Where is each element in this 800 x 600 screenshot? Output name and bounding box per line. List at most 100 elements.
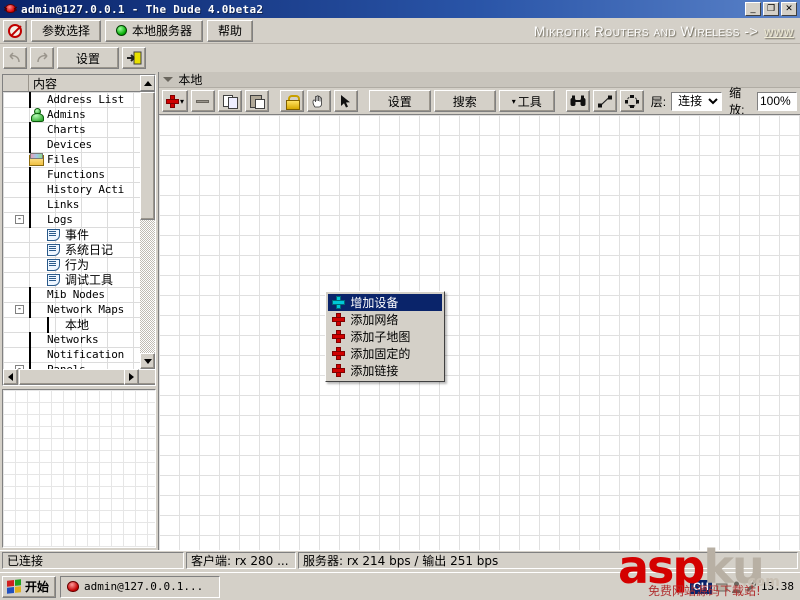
export-window-button[interactable] — [122, 47, 146, 69]
map-canvas[interactable]: 增加设备 添加网络 添加子地图添加固定的添加链接 — [159, 114, 800, 550]
log-icon — [47, 273, 62, 286]
preferences-button[interactable]: 参数选择 — [31, 19, 102, 42]
tree-item[interactable]: - Network Maps — [3, 302, 155, 318]
cursor-arrow-icon — [340, 94, 350, 107]
taskbar-item-dude[interactable]: admin@127.0.0.1... — [60, 575, 221, 598]
tree-vertical-scrollbar[interactable] — [140, 92, 156, 369]
tree-item[interactable]: 事件 — [3, 227, 155, 242]
content-tree-list[interactable]: Address List Admins Charts Devices Files Func… — [3, 92, 156, 385]
layer-select[interactable]: 连接 — [671, 91, 723, 111]
table-icon — [47, 317, 62, 333]
table-icon-glyph — [29, 92, 31, 108]
settings-button-top[interactable]: 设置 — [57, 47, 119, 69]
tree-item[interactable]: Notification — [3, 347, 155, 363]
user-icon[interactable] — [731, 581, 742, 593]
tree-item[interactable]: Address List — [3, 92, 155, 108]
zoom-input[interactable] — [756, 91, 797, 111]
map-overview-pane[interactable] — [2, 389, 157, 548]
paste-button[interactable] — [244, 90, 269, 112]
help-button[interactable]: 帮助 — [207, 19, 254, 42]
tree-scroll-left-button[interactable] — [3, 369, 18, 385]
tree-item[interactable]: Mib Nodes — [3, 287, 155, 303]
maximize-icon: ❐ — [766, 2, 776, 13]
select-tool-button[interactable] — [333, 90, 358, 112]
brand-www-link[interactable]: www — [764, 23, 794, 39]
status-bar: 已连接 客户端: rx 280 ... 服务器: rx 214 bps / 输出… — [0, 550, 800, 570]
table-icon — [29, 302, 44, 318]
tree-expander-icon[interactable]: - — [15, 215, 24, 224]
context-menu-item[interactable]: 添加链接 — [328, 362, 442, 379]
context-menu-item[interactable]: 添加网络 — [328, 311, 442, 328]
tree-item[interactable]: Admins — [3, 107, 155, 122]
tree-item[interactable]: Networks — [3, 332, 155, 348]
tree-item[interactable]: 本地 — [3, 317, 155, 333]
minimize-button[interactable]: _ — [745, 2, 761, 16]
plus-red-icon — [166, 94, 180, 108]
context-menu-item[interactable]: 增加设备 — [328, 294, 443, 311]
map-search-button[interactable]: 搜索 — [433, 90, 496, 112]
tree-expander-icon[interactable]: - — [15, 305, 24, 314]
context-menu-item-label: 添加固定的 — [350, 347, 411, 361]
chevron-left-icon — [8, 373, 13, 381]
context-menu-item-label: 增加设备 — [350, 296, 399, 310]
context-menu-item[interactable]: 添加子地图 — [328, 328, 442, 345]
table-icon — [29, 347, 44, 363]
status-connection: 已连接 — [2, 552, 184, 569]
triangle-down-icon[interactable] — [163, 77, 174, 82]
table-icon-glyph — [29, 302, 31, 318]
dude-bug-icon — [4, 2, 18, 16]
tree-item[interactable]: 行为 — [3, 257, 155, 272]
context-menu-item-label: 添加链接 — [350, 364, 399, 378]
tree-item[interactable]: Devices — [3, 137, 155, 153]
tree-vscroll-track[interactable] — [140, 220, 156, 353]
pan-tool-button[interactable] — [306, 90, 331, 112]
copy-button[interactable] — [217, 90, 242, 112]
map-search-label: 搜索 — [452, 94, 477, 109]
context-menu: 增加设备 添加网络 添加子地图添加固定的添加链接 — [325, 291, 446, 382]
network-icon[interactable] — [715, 581, 728, 593]
tree-item[interactable]: History Acti — [3, 182, 155, 198]
table-icon-glyph — [29, 332, 31, 348]
link-tool-button[interactable] — [592, 90, 617, 112]
tree-horizontal-scrollbar[interactable] — [3, 369, 156, 385]
plus-red-icon — [332, 347, 346, 360]
remove-object-button[interactable] — [190, 90, 215, 112]
arrange-button[interactable] — [619, 90, 644, 112]
map-settings-button[interactable]: 设置 — [368, 90, 431, 112]
chevron-down-icon: ▾ — [511, 96, 516, 106]
tree-item[interactable]: 调试工具 — [3, 272, 155, 287]
maximize-button[interactable]: ❐ — [763, 2, 779, 16]
tree-vscroll-thumb[interactable] — [140, 92, 156, 220]
tree-item[interactable]: Functions — [3, 167, 155, 183]
tree-scroll-right-button[interactable] — [124, 369, 140, 385]
lock-button[interactable] — [279, 90, 304, 112]
zoom-label: 缩放: — [729, 86, 745, 117]
tree-item-label: Logs — [47, 213, 73, 226]
clock[interactable]: 13:38 — [761, 580, 794, 593]
table-icon — [29, 287, 44, 303]
tree-item-label: Files — [47, 153, 80, 166]
map-tools-button[interactable]: ▾ 工具 — [498, 90, 555, 112]
map-tab-label[interactable]: 本地 — [178, 71, 202, 88]
tree-item[interactable]: Charts — [3, 122, 155, 138]
table-icon-glyph — [29, 137, 31, 153]
context-menu-item[interactable]: 添加固定的 — [328, 345, 442, 362]
close-button[interactable]: ✕ — [781, 2, 797, 16]
tree-item[interactable]: - Logs — [3, 212, 155, 228]
tree-item-label: Devices — [47, 138, 92, 151]
wrench-icon[interactable] — [745, 581, 757, 593]
start-button[interactable]: 开始 — [2, 575, 57, 598]
disconnect-button[interactable] — [3, 19, 27, 42]
tree-scroll-up-button[interactable] — [140, 75, 156, 91]
add-object-button[interactable]: ▾ — [162, 90, 188, 112]
tree-scroll-down-button[interactable] — [140, 353, 156, 369]
undo-button[interactable] — [3, 47, 27, 69]
tree-item[interactable]: Files — [3, 152, 155, 167]
ime-indicator[interactable]: CH — [689, 579, 712, 594]
local-server-button[interactable]: 本地服务器 — [105, 19, 204, 42]
tree-item[interactable]: Links — [3, 197, 155, 213]
tree-item[interactable]: 系统日记 — [3, 242, 155, 257]
map-tab-bar: 本地 — [159, 72, 800, 88]
redo-button[interactable] — [30, 47, 54, 69]
find-button[interactable] — [565, 90, 590, 112]
